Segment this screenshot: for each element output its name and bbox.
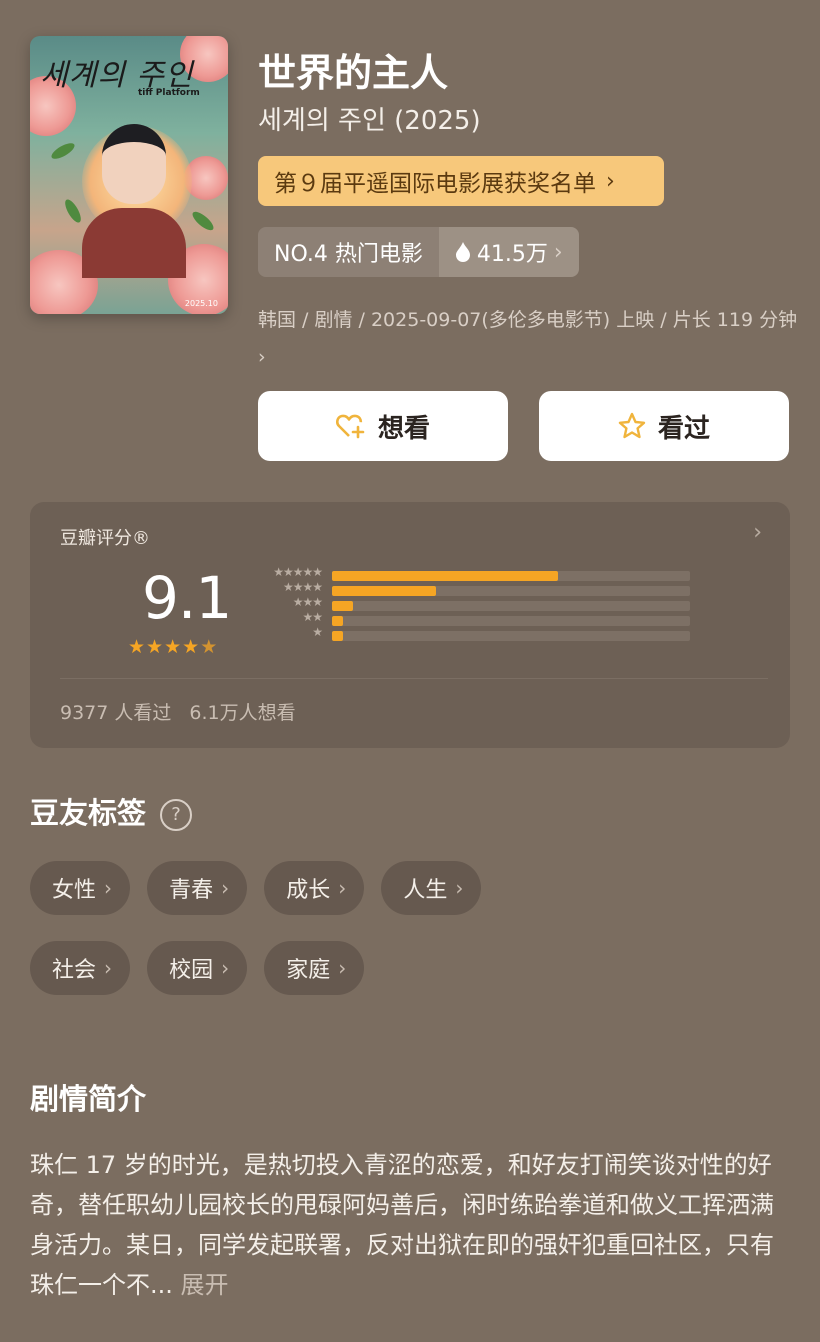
poster-date: 2025.10	[184, 299, 218, 308]
star-level-label: ★★	[302, 610, 322, 624]
meta-text: 韩国 / 剧情 / 2025-09-07(多伦多电影节) 上映 / 片长 119…	[258, 309, 798, 331]
want-button[interactable]: 想看	[258, 391, 508, 461]
chevron-right-icon: ›	[553, 239, 563, 265]
watched-count: 9377 人看过	[60, 702, 172, 724]
distribution-row: ★	[254, 625, 694, 643]
star-icon: ★	[128, 636, 147, 658]
star-level-label: ★★★	[292, 595, 323, 609]
tags-title-text: 豆友标签	[30, 796, 147, 830]
chevron-right-icon: ›	[606, 168, 615, 194]
rank-badge[interactable]: NO.4 热门电影 41.5万 ›	[258, 227, 579, 277]
rating-counts: 9377 人看过 6.1万人想看	[60, 698, 296, 725]
award-banner[interactable]: 第９届平遥国际电影展获奖名单 ›	[258, 156, 664, 206]
chevron-right-icon: ›	[104, 956, 113, 980]
star-outline-icon	[618, 412, 646, 439]
rating-distribution: ★★★★★ ★★★★ ★★★ ★★ ★	[254, 565, 694, 643]
distribution-bar	[332, 571, 558, 581]
star-icon: ★	[146, 636, 165, 658]
chevron-right-icon: ›	[258, 346, 266, 368]
synopsis-text-block: 珠仁 17 岁的时光，是热切投入青涩的恋爱，和好友打闹笑谈对性的好奇，替任职幼儿…	[30, 1145, 780, 1305]
want-count: 6.1万人想看	[189, 702, 296, 724]
want-label: 想看	[377, 413, 430, 444]
rating-label: 豆瓣评分®	[60, 528, 150, 549]
star-icon: ★	[182, 636, 201, 658]
star-icon: ★	[164, 636, 183, 658]
heat-value: 41.5万	[476, 242, 548, 267]
rating-card[interactable]: 豆瓣评分® › 9.1 ★★★★★ ★★★★★ ★★★★ ★★★ ★★ ★ 93…	[30, 502, 790, 748]
tag-label: 成长	[286, 878, 331, 903]
chevron-right-icon: ›	[338, 876, 347, 900]
tags-section-title: 豆友标签?	[30, 790, 193, 832]
tag-list: 女性 › 青春 › 成长 › 人生 › 社会 › 校园 › 家庭 ›	[30, 861, 630, 1021]
tag-label: 青春	[169, 878, 214, 903]
movie-original-title: 세계의 주인 (2025)	[258, 106, 481, 136]
chevron-right-icon: ›	[221, 876, 230, 900]
tag-label: 校园	[169, 958, 214, 983]
tag-chip[interactable]: 成长 ›	[264, 861, 365, 915]
distribution-bar	[332, 586, 436, 596]
chevron-right-icon: ›	[753, 520, 762, 545]
tag-label: 社会	[52, 958, 97, 983]
chevron-right-icon: ›	[338, 956, 347, 980]
seen-label: 看过	[657, 413, 710, 444]
tag-label: 家庭	[286, 958, 331, 983]
tag-chip[interactable]: 家庭 ›	[264, 941, 365, 995]
award-text: 第９届平遥国际电影展获奖名单	[274, 171, 596, 197]
expand-link[interactable]: 展开	[181, 1271, 229, 1299]
tag-chip[interactable]: 女性 ›	[30, 861, 131, 915]
tag-label: 人生	[403, 878, 448, 903]
chevron-right-icon: ›	[221, 956, 230, 980]
movie-poster[interactable]: 세계의 주인 tiff Platform 2025.10	[30, 36, 228, 314]
divider	[60, 678, 768, 679]
chevron-right-icon: ›	[104, 876, 113, 900]
rating-score: 9.1	[142, 564, 232, 632]
star-level-label: ★	[312, 625, 323, 639]
tag-chip[interactable]: 社会 ›	[30, 941, 131, 995]
tag-label: 女性	[52, 878, 97, 903]
synopsis-title: 剧情简介	[30, 1082, 147, 1116]
movie-meta[interactable]: 韩国 / 剧情 / 2025-09-07(多伦多电影节) 上映 / 片长 119…	[258, 302, 798, 376]
distribution-bar	[332, 601, 354, 611]
seen-button[interactable]: 看过	[539, 391, 789, 461]
movie-title: 世界的主人	[258, 51, 449, 95]
heart-plus-icon	[336, 414, 365, 439]
tag-chip[interactable]: 青春 ›	[147, 861, 248, 915]
star-level-label: ★★★★★	[273, 565, 323, 579]
rating-stars: ★★★★★	[128, 636, 218, 658]
tag-chip[interactable]: 校园 ›	[147, 941, 248, 995]
synopsis-text: 珠仁 17 岁的时光，是热切投入青涩的恋爱，和好友打闹笑谈对性的好奇，替任职幼儿…	[30, 1151, 774, 1299]
distribution-bar	[332, 616, 343, 626]
poster-festival-badge: tiff Platform	[138, 88, 200, 98]
chevron-right-icon: ›	[455, 876, 464, 900]
flame-icon	[455, 242, 470, 262]
rank-text: NO.4 热门电影	[258, 227, 439, 277]
star-level-label: ★★★★	[282, 580, 323, 594]
help-icon[interactable]: ?	[160, 799, 193, 831]
half-star-icon: ★	[200, 636, 219, 658]
tag-chip[interactable]: 人生 ›	[381, 861, 482, 915]
distribution-bar	[332, 631, 343, 641]
heat-indicator[interactable]: 41.5万 ›	[438, 227, 579, 277]
